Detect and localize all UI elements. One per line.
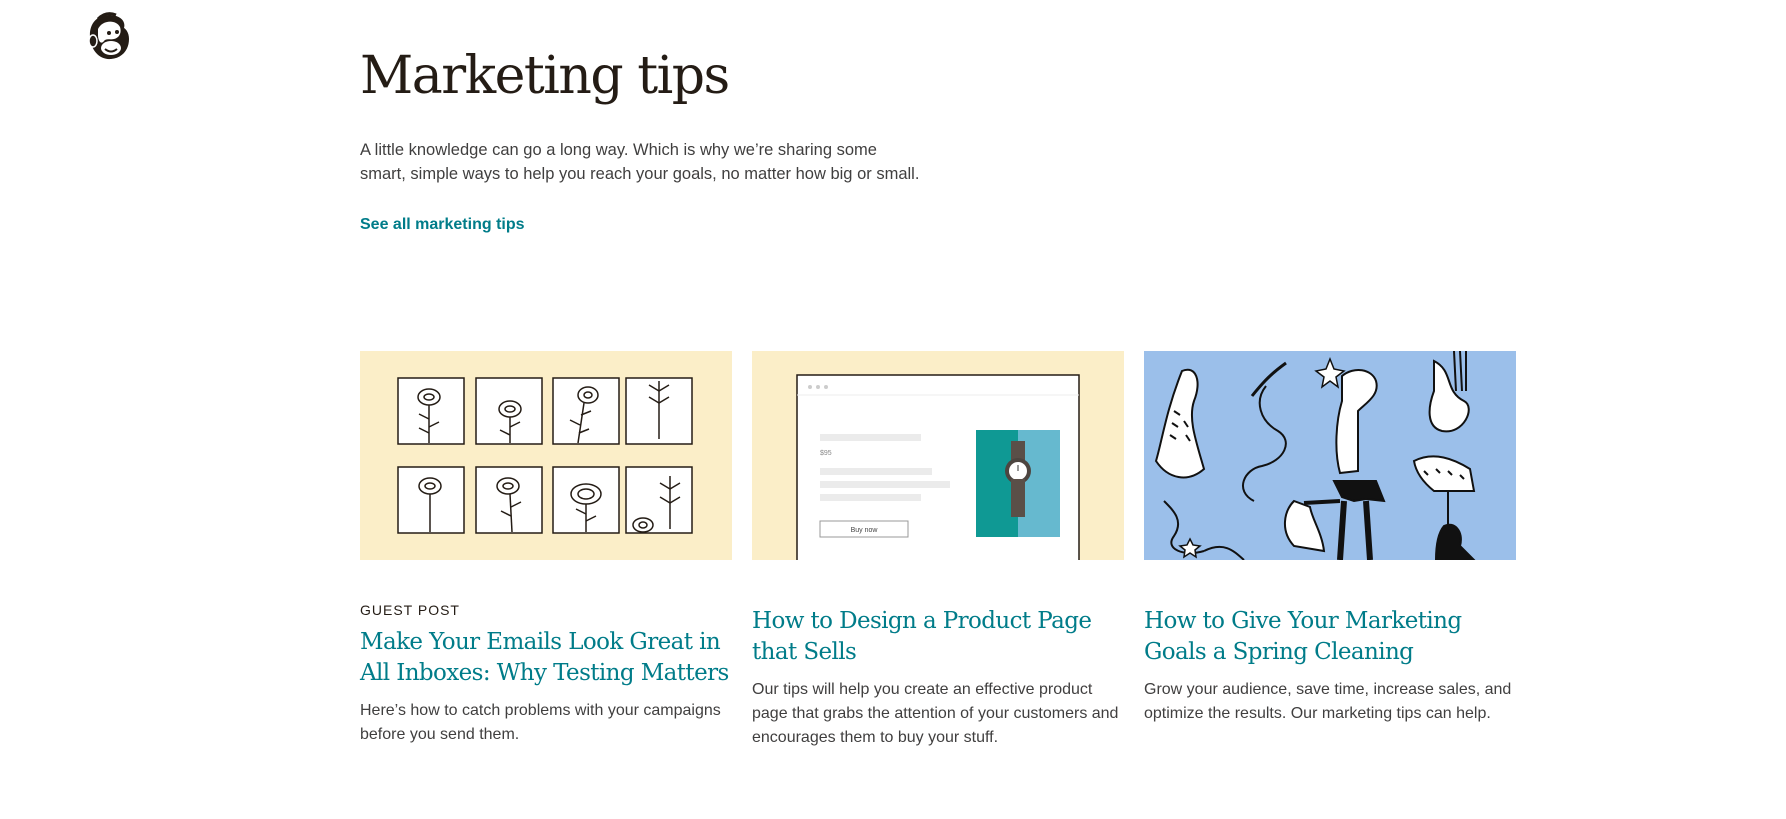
tip-card-body: How to Design a Product Page that Sells … xyxy=(752,606,1124,750)
card-eyebrow: GUEST POST xyxy=(360,602,460,618)
hero-section: Marketing tips A little knowledge can go… xyxy=(360,40,1000,234)
card-description: Our tips will help you create an effecti… xyxy=(752,681,1119,746)
tip-card[interactable]: $95 Buy now How to Design a Product Page… xyxy=(752,351,1124,746)
product-page-illustration-icon[interactable]: $95 Buy now xyxy=(752,351,1124,560)
mock-buy-button: Buy now xyxy=(851,527,879,534)
intro-text: A little knowledge can go a long way. Wh… xyxy=(360,138,960,186)
tip-card[interactable]: How to Give Your Marketing Goals a Sprin… xyxy=(1144,351,1516,722)
see-all-tips-link[interactable]: See all marketing tips xyxy=(360,216,525,234)
mock-price: $95 xyxy=(820,450,832,457)
card-title[interactable]: How to Design a Product Page that Sells xyxy=(752,606,1124,668)
mailchimp-logo-icon[interactable] xyxy=(84,11,134,63)
tip-card[interactable]: GUEST POST Make Your Emails Look Great i… xyxy=(360,351,732,743)
flower-grid-illustration-icon[interactable] xyxy=(360,351,732,560)
card-title[interactable]: How to Give Your Marketing Goals a Sprin… xyxy=(1144,606,1516,668)
card-description: Here’s how to catch problems with your c… xyxy=(360,702,721,743)
intro-line-1: A little knowledge can go a long way. Wh… xyxy=(360,141,877,159)
page-title: Marketing tips xyxy=(360,46,730,106)
tip-card-body: How to Give Your Marketing Goals a Sprin… xyxy=(1144,606,1516,726)
tip-card-body: GUEST POST Make Your Emails Look Great i… xyxy=(360,601,732,747)
spring-cleaning-illustration-icon[interactable] xyxy=(1144,351,1516,560)
intro-line-2: smart, simple ways to help you reach you… xyxy=(360,165,920,183)
card-description: Grow your audience, save time, increase … xyxy=(1144,681,1512,722)
card-title[interactable]: Make Your Emails Look Great in All Inbox… xyxy=(360,627,732,689)
